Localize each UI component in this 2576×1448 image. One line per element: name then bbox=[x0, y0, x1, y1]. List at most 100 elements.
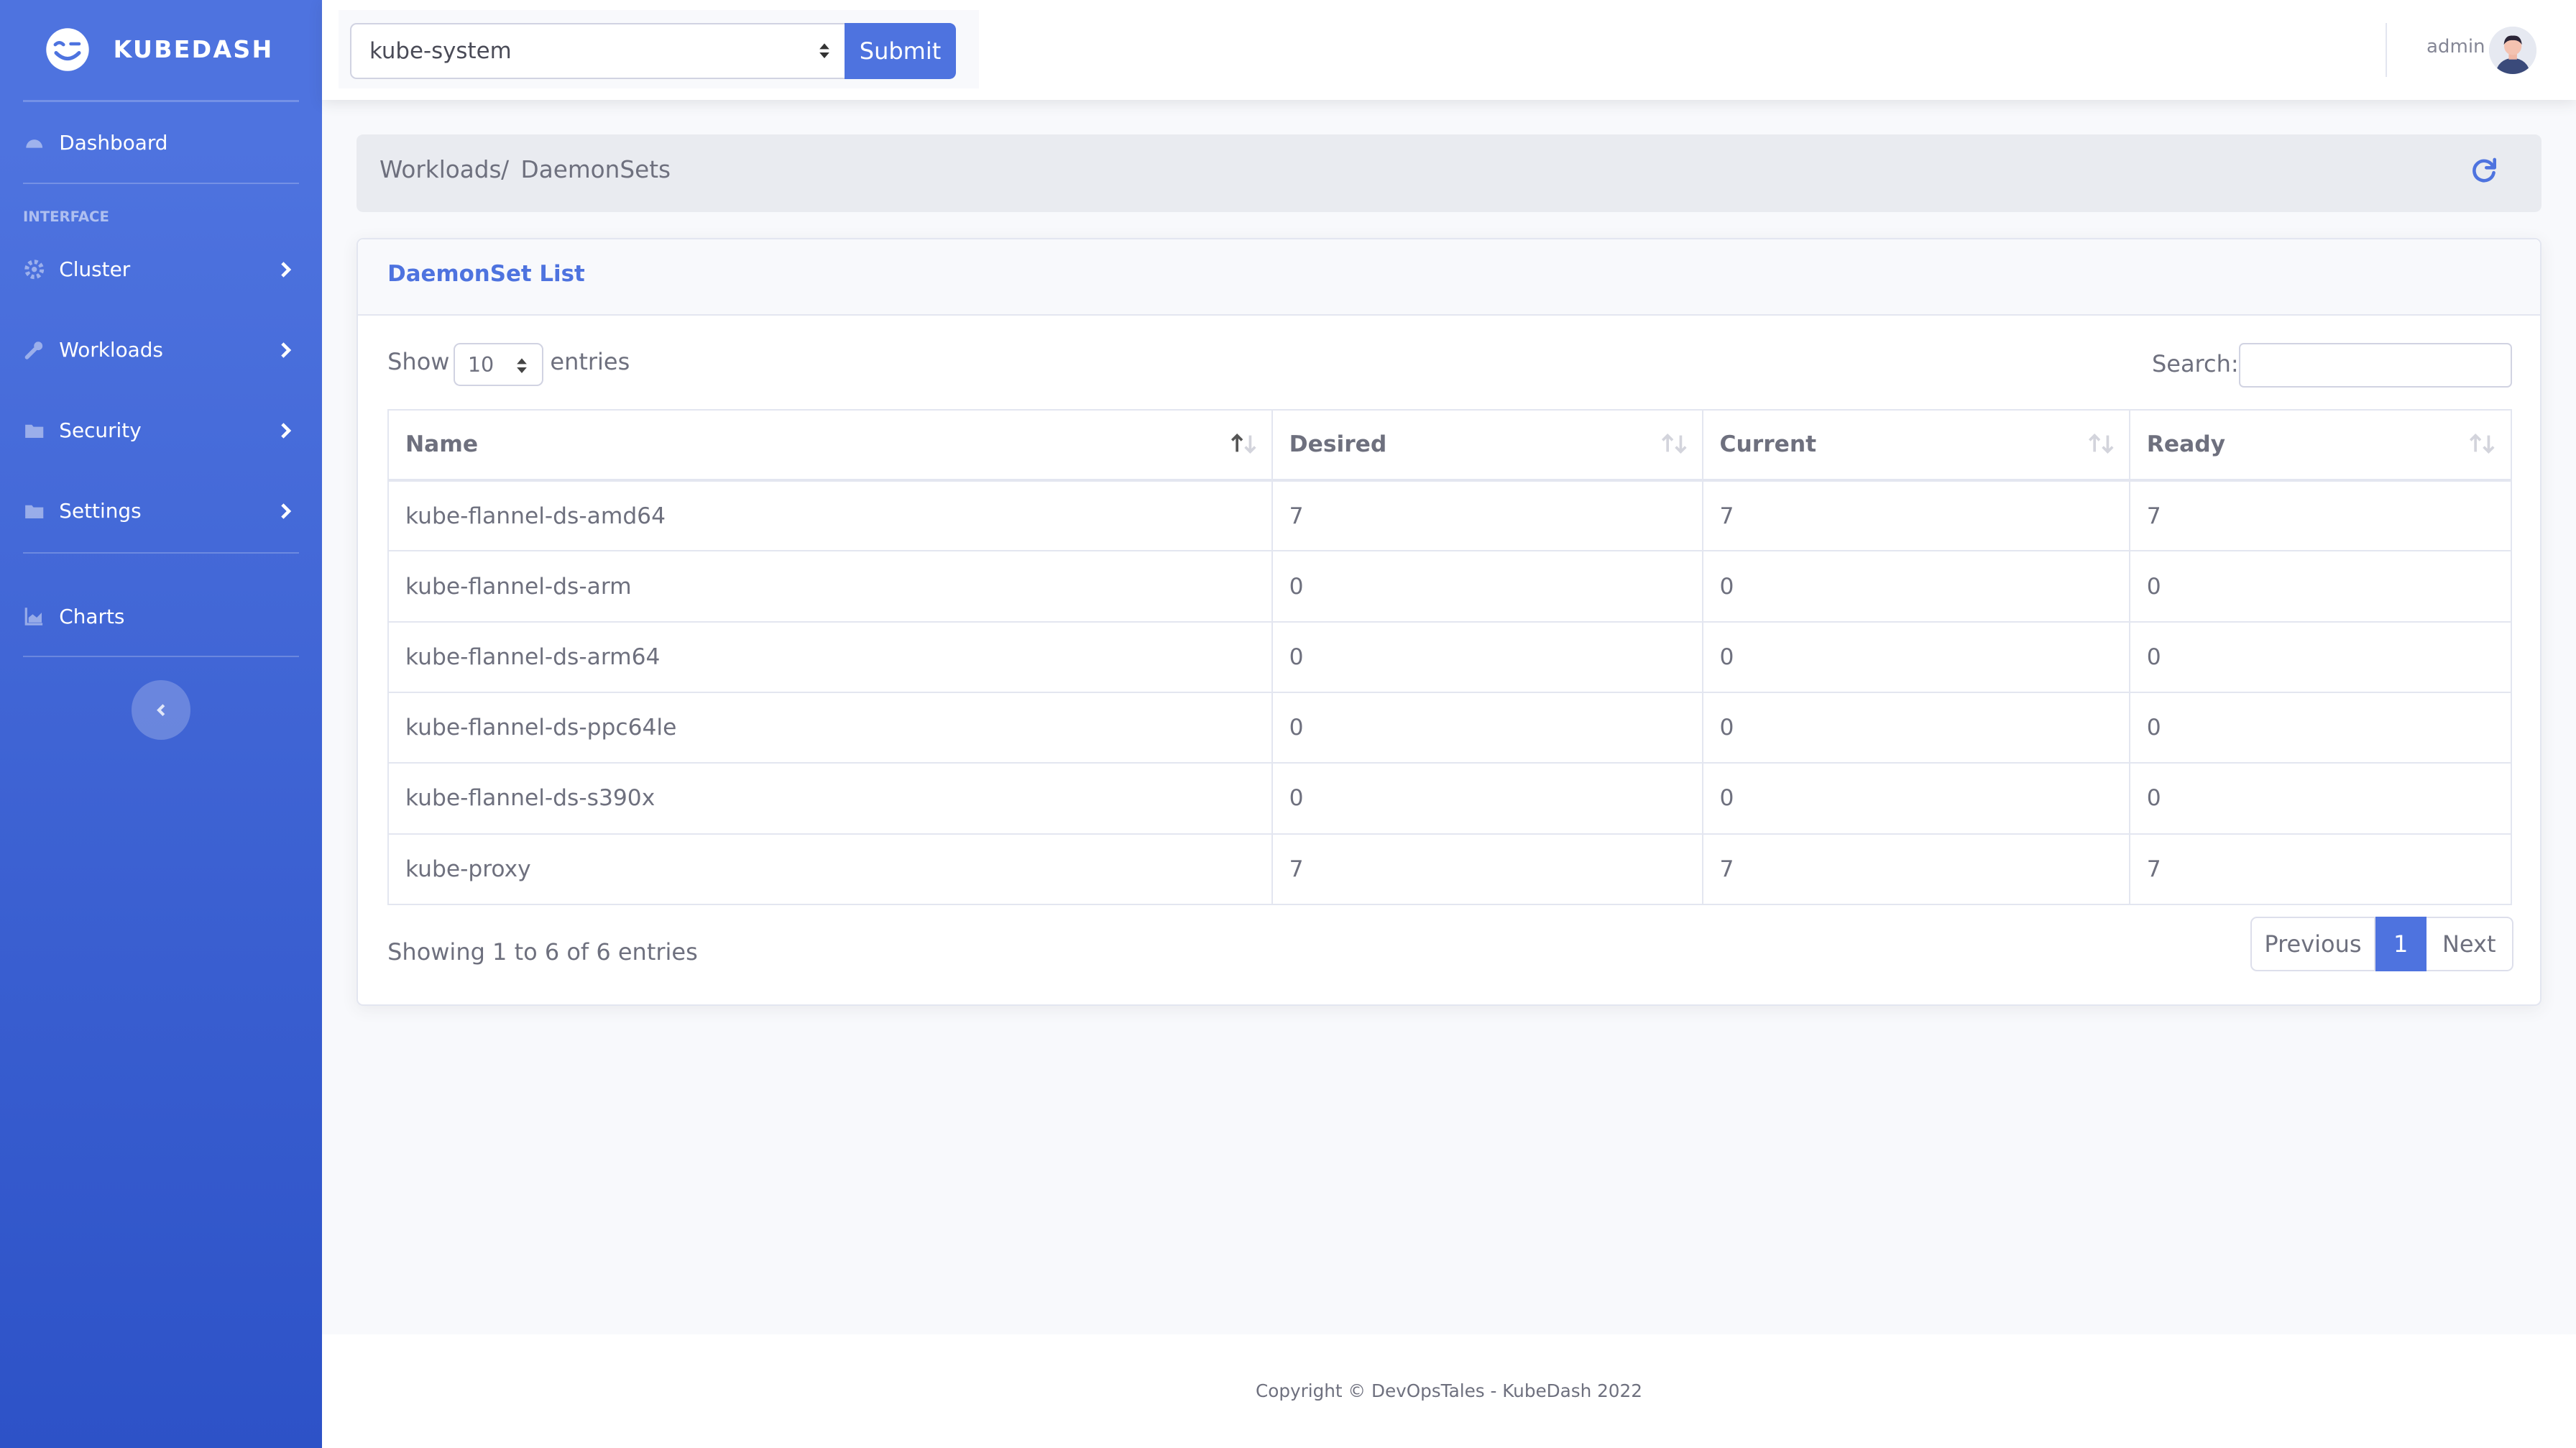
sort-updown-icon bbox=[819, 43, 829, 58]
table-row: kube-flannel-ds-s390x 0 0 0 bbox=[387, 762, 2512, 835]
table-info: Showing 1 to 6 of 6 entries bbox=[387, 938, 698, 966]
card-header: DaemonSet List bbox=[357, 239, 2540, 316]
namespace-select[interactable]: kube-system bbox=[349, 22, 847, 79]
table-row: kube-flannel-ds-amd64 7 7 7 bbox=[387, 480, 2512, 552]
column-label: Current bbox=[1719, 431, 1817, 458]
sidebar-item-dashboard[interactable]: Dashboard bbox=[0, 119, 322, 168]
table-header-row: Name Desired Current Ready bbox=[387, 408, 2512, 482]
folder-icon bbox=[24, 421, 44, 440]
table-row: kube-flannel-ds-ppc64le 0 0 0 bbox=[387, 691, 2512, 764]
namespace-value: kube-system bbox=[369, 37, 512, 64]
sidebar-divider bbox=[22, 655, 299, 658]
smile-wink-icon bbox=[45, 27, 89, 71]
cell-current: 7 bbox=[1701, 480, 2130, 552]
table-row: kube-flannel-ds-arm64 0 0 0 bbox=[387, 620, 2512, 693]
area-chart-icon bbox=[24, 606, 44, 626]
search-input[interactable] bbox=[2239, 343, 2512, 388]
column-label: Ready bbox=[2146, 431, 2226, 458]
chevron-right-icon bbox=[281, 503, 292, 519]
column-header-ready[interactable]: Ready bbox=[2128, 408, 2512, 482]
cell-name: kube-flannel-ds-ppc64le bbox=[387, 691, 1273, 764]
table-row: kube-flannel-ds-arm 0 0 0 bbox=[387, 550, 2512, 623]
page-length-select[interactable]: 10 bbox=[453, 343, 544, 386]
sidebar-item-security[interactable]: Security bbox=[0, 406, 322, 456]
brand-link[interactable]: KUBEDASH bbox=[45, 23, 274, 75]
pagination: Previous 1 Next bbox=[2250, 917, 2513, 971]
cell-current: 0 bbox=[1701, 762, 2130, 835]
folder-icon bbox=[24, 501, 44, 521]
previous-page-button[interactable]: Previous bbox=[2250, 917, 2375, 971]
avatar[interactable] bbox=[2488, 26, 2537, 74]
cell-current: 0 bbox=[1701, 550, 2130, 623]
entries-label: entries bbox=[550, 348, 630, 376]
cell-desired: 0 bbox=[1271, 762, 1703, 835]
sidebar-item-label: Settings bbox=[59, 499, 142, 523]
column-header-name[interactable]: Name bbox=[387, 408, 1273, 482]
sort-ascending-icon bbox=[1230, 433, 1256, 454]
chevron-right-icon bbox=[281, 342, 292, 358]
sort-icon bbox=[1661, 433, 1687, 454]
brand-name: KUBEDASH bbox=[113, 35, 274, 64]
next-page-button[interactable]: Next bbox=[2426, 917, 2513, 971]
card-title: DaemonSet List bbox=[387, 261, 585, 288]
cell-desired: 7 bbox=[1271, 480, 1703, 552]
sidebar-toggle-button[interactable] bbox=[131, 680, 191, 740]
footer: Copyright © DevOpsTales - KubeDash 2022 bbox=[321, 1334, 2576, 1448]
sidebar-heading: INTERFACE bbox=[22, 209, 109, 226]
cell-desired: 0 bbox=[1271, 550, 1703, 623]
sidebar-divider bbox=[22, 551, 299, 554]
cell-ready: 7 bbox=[2128, 480, 2512, 552]
sidebar-item-label: Charts bbox=[59, 604, 125, 628]
breadcrumb-separator: / bbox=[501, 156, 510, 184]
user-name[interactable]: admin bbox=[2426, 36, 2485, 58]
cell-ready: 0 bbox=[2128, 550, 2512, 623]
breadcrumb-workloads[interactable]: Workloads bbox=[380, 156, 502, 183]
cell-name: kube-flannel-ds-amd64 bbox=[387, 480, 1273, 552]
sidebar-divider bbox=[22, 100, 299, 102]
sidebar-item-label: Workloads bbox=[59, 338, 163, 362]
page-1-button[interactable]: 1 bbox=[2375, 917, 2426, 971]
submit-button[interactable]: Submit bbox=[844, 22, 957, 79]
sort-updown-icon bbox=[516, 358, 527, 374]
sidebar-item-label: Security bbox=[59, 418, 142, 443]
cell-name: kube-flannel-ds-arm bbox=[387, 550, 1273, 623]
column-header-desired[interactable]: Desired bbox=[1271, 408, 1703, 482]
sort-icon bbox=[2088, 433, 2114, 454]
cell-ready: 0 bbox=[2128, 762, 2512, 835]
search-label: Search: bbox=[2151, 349, 2239, 377]
cell-desired: 7 bbox=[1271, 833, 1703, 905]
topbar: kube-system Submit admin bbox=[321, 0, 2576, 101]
sort-icon bbox=[2470, 433, 2495, 454]
topbar-divider bbox=[2385, 22, 2388, 78]
sidebar-item-cluster[interactable]: Cluster bbox=[0, 245, 322, 295]
page-length-value: 10 bbox=[467, 352, 494, 377]
cell-current: 7 bbox=[1701, 833, 2130, 905]
column-label: Desired bbox=[1289, 431, 1387, 458]
table-row: kube-proxy 7 7 7 bbox=[387, 833, 2512, 905]
sidebar-item-charts[interactable]: Charts bbox=[0, 592, 322, 641]
column-header-current[interactable]: Current bbox=[1701, 408, 2130, 482]
breadcrumb-daemonsets: DaemonSets bbox=[520, 156, 671, 184]
cell-name: kube-flannel-ds-s390x bbox=[387, 762, 1273, 835]
chevron-right-icon bbox=[281, 262, 292, 278]
sidebar: KUBEDASH Dashboard INTERFACE Cluster Wor… bbox=[0, 0, 322, 1448]
daemonset-card: DaemonSet List Show 10 entries Search: N… bbox=[356, 238, 2542, 1006]
sidebar-item-settings[interactable]: Settings bbox=[0, 487, 322, 536]
daemonset-table: Name Desired Current Ready kube-flannel-… bbox=[387, 408, 2512, 905]
sidebar-item-label: Cluster bbox=[59, 257, 131, 282]
cell-desired: 0 bbox=[1271, 691, 1703, 764]
show-label: Show bbox=[387, 348, 450, 376]
sidebar-divider bbox=[22, 182, 299, 184]
cell-current: 0 bbox=[1701, 691, 2130, 764]
copyright-text: Copyright © DevOpsTales - KubeDash 2022 bbox=[1256, 1380, 1642, 1401]
refresh-icon[interactable] bbox=[2467, 155, 2501, 188]
sidebar-item-workloads[interactable]: Workloads bbox=[0, 326, 322, 375]
gear-icon bbox=[24, 260, 45, 280]
chevron-right-icon bbox=[281, 423, 292, 439]
breadcrumb: Workloads / DaemonSets bbox=[356, 134, 2542, 212]
cell-name: kube-proxy bbox=[387, 833, 1273, 905]
sidebar-item-label: Dashboard bbox=[59, 131, 168, 155]
cell-current: 0 bbox=[1701, 620, 2130, 693]
column-label: Name bbox=[405, 431, 479, 458]
wrench-icon bbox=[24, 340, 44, 359]
